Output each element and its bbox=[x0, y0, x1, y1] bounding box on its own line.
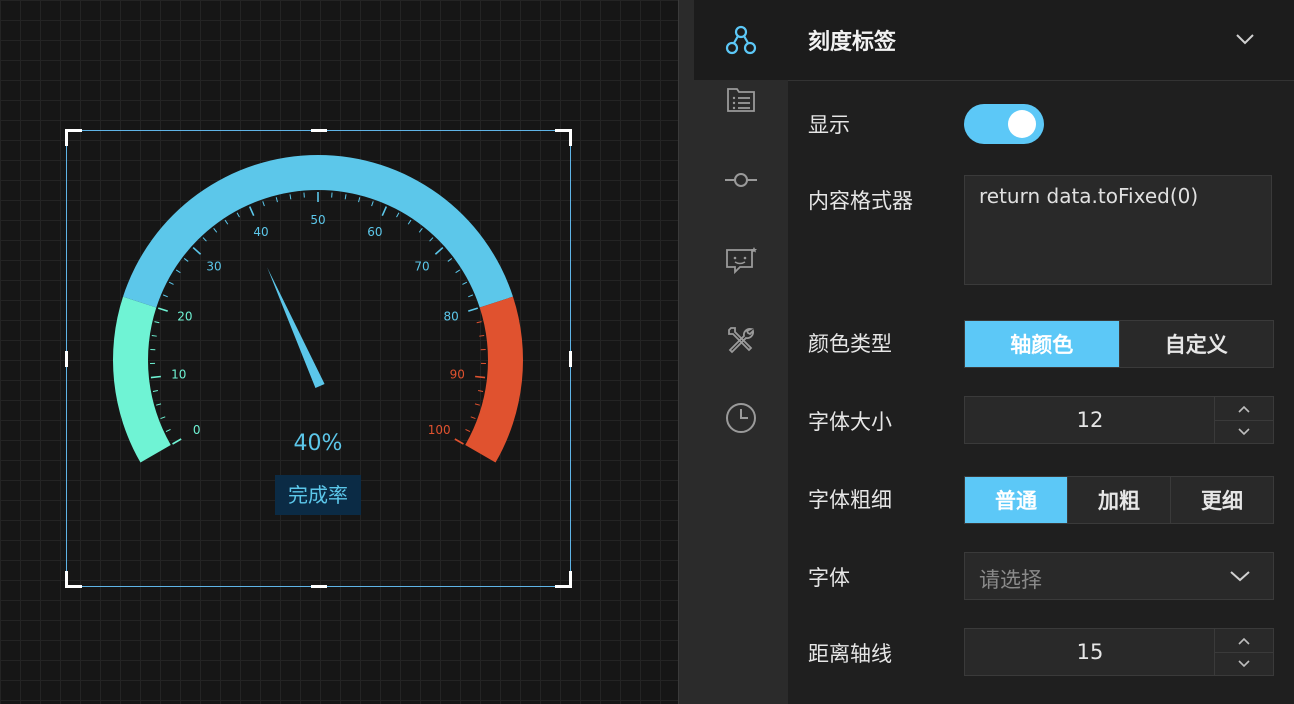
chevron-down-icon bbox=[1230, 571, 1250, 582]
selection-box[interactable] bbox=[65, 129, 572, 588]
font-label: 字体 bbox=[808, 566, 850, 590]
distance-value[interactable]: 15 bbox=[965, 629, 1215, 675]
formatter-label: 内容格式器 bbox=[808, 189, 913, 213]
tooltip-icon bbox=[726, 247, 757, 275]
distance-stepper[interactable]: 15 bbox=[964, 628, 1274, 676]
resize-handle-bottom-right[interactable] bbox=[555, 571, 572, 588]
chevron-up-icon bbox=[1238, 405, 1250, 413]
formatter-textarea[interactable]: return data.toFixed(0) bbox=[964, 175, 1272, 285]
distance-decrement[interactable] bbox=[1215, 652, 1273, 675]
font-weight-lighter-button[interactable]: 更细 bbox=[1170, 477, 1273, 523]
chevron-down-icon bbox=[1238, 427, 1250, 435]
font-size-arrows bbox=[1214, 397, 1273, 443]
font-size-decrement[interactable] bbox=[1215, 420, 1273, 443]
show-label: 显示 bbox=[808, 113, 850, 137]
font-size-label: 字体大小 bbox=[808, 410, 892, 434]
distance-label: 距离轴线 bbox=[808, 642, 892, 666]
font-weight-segmented: 普通 加粗 更细 bbox=[964, 476, 1274, 524]
chevron-down-icon bbox=[1238, 659, 1250, 667]
design-canvas[interactable]: 0 10 20 30 40 50 60 70 80 90 100 40% 完成率 bbox=[0, 0, 678, 704]
scale-label-settings-panel: 刻度标签 显示 内容格式器 return data.toFixed(0) 颜色类… bbox=[788, 0, 1294, 704]
font-size-value[interactable]: 12 bbox=[965, 397, 1215, 443]
font-weight-normal-button[interactable]: 普通 bbox=[965, 477, 1067, 523]
resize-handle-bottom[interactable] bbox=[311, 585, 327, 588]
distance-increment[interactable] bbox=[1215, 629, 1273, 653]
distance-arrows bbox=[1214, 629, 1273, 675]
canvas-scrollbar[interactable] bbox=[678, 0, 695, 704]
resize-handle-top[interactable] bbox=[311, 129, 327, 132]
color-type-axis-button[interactable]: 轴颜色 bbox=[965, 321, 1119, 367]
list-icon bbox=[727, 88, 755, 112]
rail-item-tooltip[interactable] bbox=[694, 220, 788, 300]
chevron-down-icon[interactable] bbox=[1234, 28, 1256, 50]
tools-icon bbox=[728, 327, 754, 354]
resize-handle-top-left[interactable] bbox=[65, 129, 82, 146]
font-weight-label: 字体粗细 bbox=[808, 488, 892, 512]
font-select-placeholder: 请选择 bbox=[979, 568, 1042, 592]
rail-item-clock[interactable] bbox=[694, 378, 788, 458]
toggle-knob bbox=[1008, 110, 1036, 138]
panel-title: 刻度标签 bbox=[808, 30, 897, 55]
resize-handle-right[interactable] bbox=[569, 351, 572, 367]
font-size-stepper[interactable]: 12 bbox=[964, 396, 1274, 444]
rail-item-tools[interactable] bbox=[694, 300, 788, 380]
clock-icon bbox=[726, 403, 756, 433]
rail-item-list[interactable] bbox=[694, 60, 788, 140]
color-type-segmented: 轴颜色 自定义 bbox=[964, 320, 1274, 368]
color-type-custom-button[interactable]: 自定义 bbox=[1118, 321, 1273, 367]
commit-icon bbox=[725, 173, 757, 187]
resize-handle-bottom-left[interactable] bbox=[65, 571, 82, 588]
rail-item-commit[interactable] bbox=[694, 140, 788, 220]
show-toggle[interactable] bbox=[964, 104, 1044, 144]
panel-header[interactable]: 刻度标签 bbox=[788, 0, 1294, 81]
resize-handle-top-right[interactable] bbox=[555, 129, 572, 146]
settings-icon-rail bbox=[694, 0, 788, 704]
resize-handle-left[interactable] bbox=[65, 351, 68, 367]
font-select[interactable]: 请选择 bbox=[964, 552, 1274, 600]
font-size-increment[interactable] bbox=[1215, 397, 1273, 421]
font-weight-bold-button[interactable]: 加粗 bbox=[1067, 477, 1170, 523]
color-type-label: 颜色类型 bbox=[808, 332, 892, 356]
tree-nodes-icon bbox=[725, 25, 757, 55]
chevron-up-icon bbox=[1238, 637, 1250, 645]
